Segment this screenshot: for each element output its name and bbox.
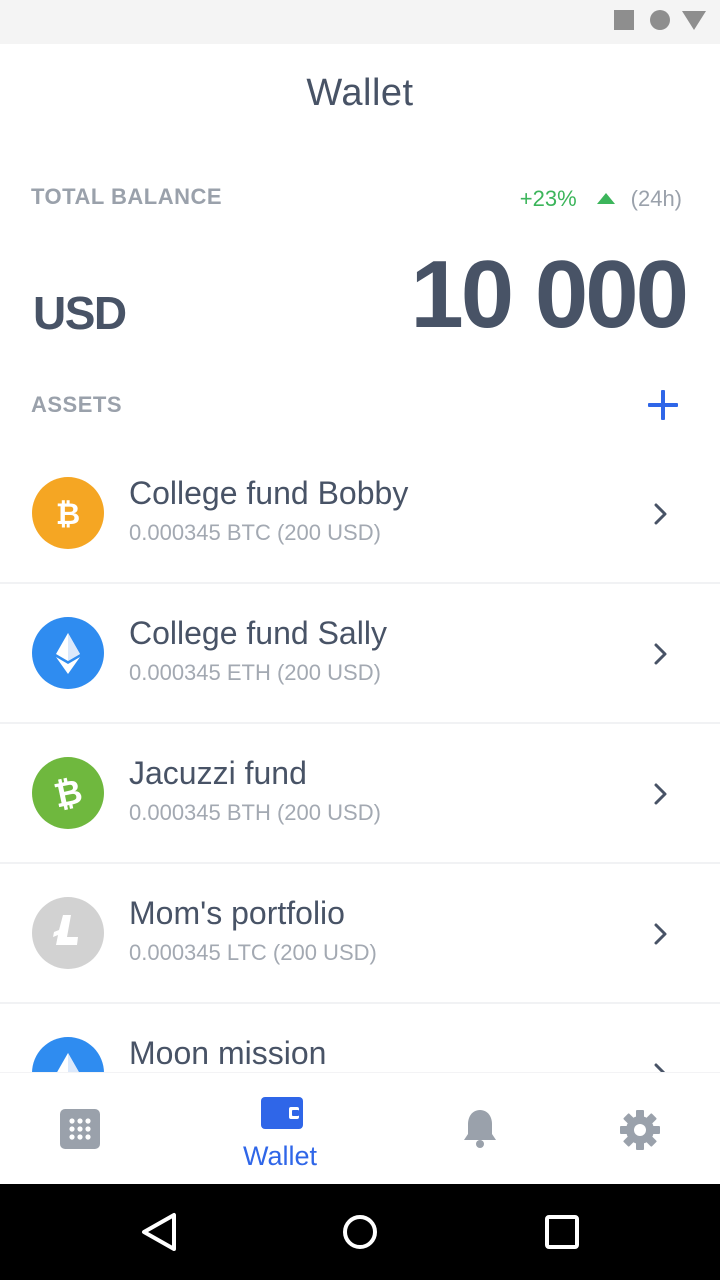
bottom-nav: Wallet [0, 1072, 720, 1184]
record-icon [650, 10, 670, 30]
ethereum-icon [32, 617, 104, 689]
asset-name: College fund Bobby [129, 475, 409, 511]
asset-item-moms-portfolio[interactable]: Mom's portfolio 0.000345 LTC (200 USD) [0, 864, 720, 1004]
asset-item-college-fund-sally[interactable]: College fund Sally 0.000345 ETH (200 USD… [0, 584, 720, 724]
apps-grid-icon [60, 1109, 100, 1149]
recents-icon[interactable] [545, 1215, 579, 1249]
asset-amount: 0.000345 ETH (200 USD) [129, 660, 381, 685]
total-balance-label: TOTAL BALANCE [31, 184, 223, 209]
signal-icon [682, 11, 706, 30]
change-period: (24h) [630, 186, 682, 211]
balance-amount: 10 000 [410, 241, 689, 348]
home-icon[interactable] [342, 1214, 378, 1250]
bitcoin-cash-icon: ₿ [32, 757, 104, 829]
asset-name: Jacuzzi fund [129, 755, 307, 791]
back-icon[interactable] [140, 1212, 180, 1252]
arrow-up-icon [596, 192, 615, 204]
assets-label: ASSETS [31, 392, 123, 417]
wallet-icon [261, 1097, 303, 1129]
chevron-right-icon [654, 923, 667, 945]
page-title: Wallet [306, 72, 414, 114]
system-nav-bar [0, 1184, 720, 1280]
add-asset-button[interactable] [646, 388, 680, 422]
asset-list[interactable]: ₿ College fund Bobby 0.000345 BTC (200 U… [0, 444, 720, 1074]
nav-wallet-label: Wallet [242, 1141, 317, 1171]
stop-icon [614, 10, 634, 30]
chevron-right-icon [654, 503, 667, 525]
asset-item-moon-mission[interactable]: Moon mission [0, 1004, 720, 1074]
status-bar [0, 0, 720, 44]
app-header: Wallet [0, 44, 720, 148]
asset-amount: 0.000345 BTC (200 USD) [129, 520, 381, 545]
asset-item-college-fund-bobby[interactable]: ₿ College fund Bobby 0.000345 BTC (200 U… [0, 444, 720, 584]
gear-icon [620, 1110, 660, 1150]
bitcoin-icon: ₿ [32, 477, 104, 549]
nav-apps[interactable] [0, 1073, 180, 1185]
svg-text:₿: ₿ [56, 497, 80, 532]
asset-item-jacuzzi-fund[interactable]: ₿ Jacuzzi fund 0.000345 BTH (200 USD) [0, 724, 720, 864]
asset-name: Moon mission [129, 1035, 327, 1071]
nav-notifications[interactable] [390, 1073, 570, 1185]
asset-amount: 0.000345 LTC (200 USD) [129, 940, 377, 965]
chevron-right-icon [654, 643, 667, 665]
bell-icon [464, 1110, 496, 1148]
asset-amount: 0.000345 BTH (200 USD) [129, 800, 381, 825]
ethereum-icon [32, 1037, 104, 1074]
change-percent: +23% [519, 186, 577, 211]
nav-wallet[interactable]: Wallet [190, 1073, 370, 1185]
svg-text:₿: ₿ [50, 772, 85, 817]
chevron-right-icon [654, 783, 667, 805]
asset-name: Mom's portfolio [129, 895, 345, 931]
balance-currency: USD [33, 287, 127, 339]
balance-change: +23% (24h) [520, 186, 682, 212]
asset-name: College fund Sally [129, 615, 387, 651]
litecoin-icon [32, 897, 104, 969]
nav-settings[interactable] [550, 1073, 720, 1185]
